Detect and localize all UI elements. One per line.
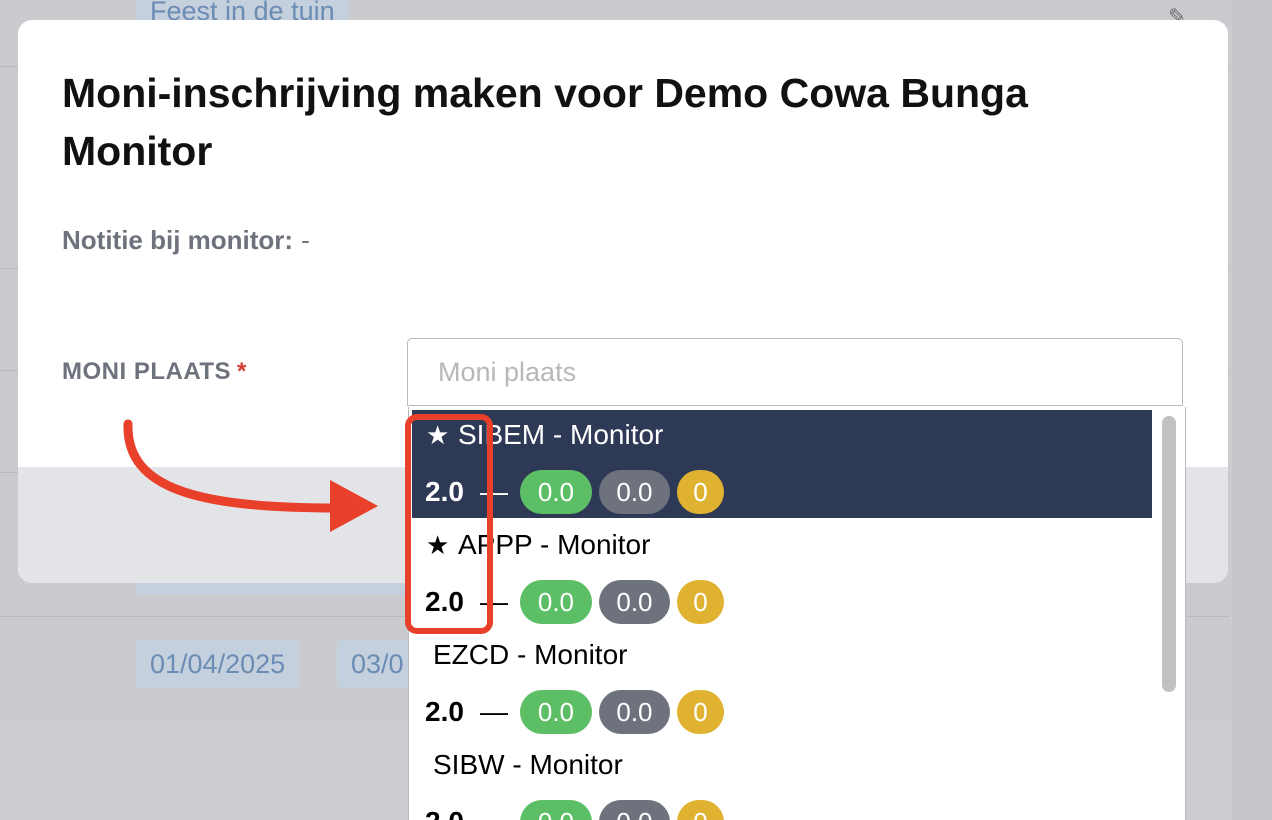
gray-badge: 0.0 — [598, 690, 670, 734]
scrollbar-thumb[interactable] — [1162, 416, 1176, 692]
dropdown-option[interactable]: ★ APPP - Monitor 2.0 — 0.0 0.0 0 — [412, 520, 1152, 628]
date-chip: 03/0 — [337, 640, 409, 688]
green-badge: 0.0 — [519, 690, 592, 734]
dropdown-option[interactable]: EZCD - Monitor 2.0 — 0.0 0.0 0 — [412, 630, 1152, 738]
gray-badge: 0.0 — [598, 470, 670, 514]
dropdown-option[interactable]: ★ SIBEM - Monitor 2.0 — 0.0 0.0 0 — [412, 410, 1152, 518]
dropdown-option[interactable]: SIBW - Monitor 2.0 — 0.0 0.0 0 — [412, 740, 1152, 820]
gray-badge: 0.0 — [598, 800, 670, 820]
option-scores: 2.0 — 0.0 0.0 0 — [425, 800, 731, 820]
option-name: EZCD - Monitor — [433, 639, 628, 670]
gray-badge: 0.0 — [598, 580, 670, 624]
yellow-badge: 0 — [676, 690, 724, 734]
moni-plaats-input[interactable] — [407, 338, 1183, 406]
option-score: 2.0 — [425, 696, 464, 727]
option-score: 2.0 — [425, 806, 464, 820]
background-strip — [1232, 0, 1272, 820]
yellow-badge: 0 — [676, 470, 724, 514]
green-badge: 0.0 — [519, 800, 592, 820]
annotation-highlight-box — [405, 414, 493, 634]
green-badge: 0.0 — [519, 470, 592, 514]
option-name: SIBW - Monitor — [433, 749, 623, 780]
separator-dash: — — [479, 696, 508, 727]
yellow-badge: 0 — [676, 580, 724, 624]
dropdown-scrollbar[interactable] — [1156, 410, 1182, 820]
option-scores: 2.0 — 0.0 0.0 0 — [425, 690, 731, 734]
green-badge: 0.0 — [519, 580, 592, 624]
moni-plaats-dropdown: ★ SIBEM - Monitor 2.0 — 0.0 0.0 0 ★ APPP -… — [408, 407, 1186, 820]
annotation-arrow-icon — [123, 419, 378, 532]
yellow-badge: 0 — [676, 800, 724, 820]
separator-dash: — — [480, 806, 508, 820]
date-chip: 01/04/2025 — [136, 640, 300, 688]
